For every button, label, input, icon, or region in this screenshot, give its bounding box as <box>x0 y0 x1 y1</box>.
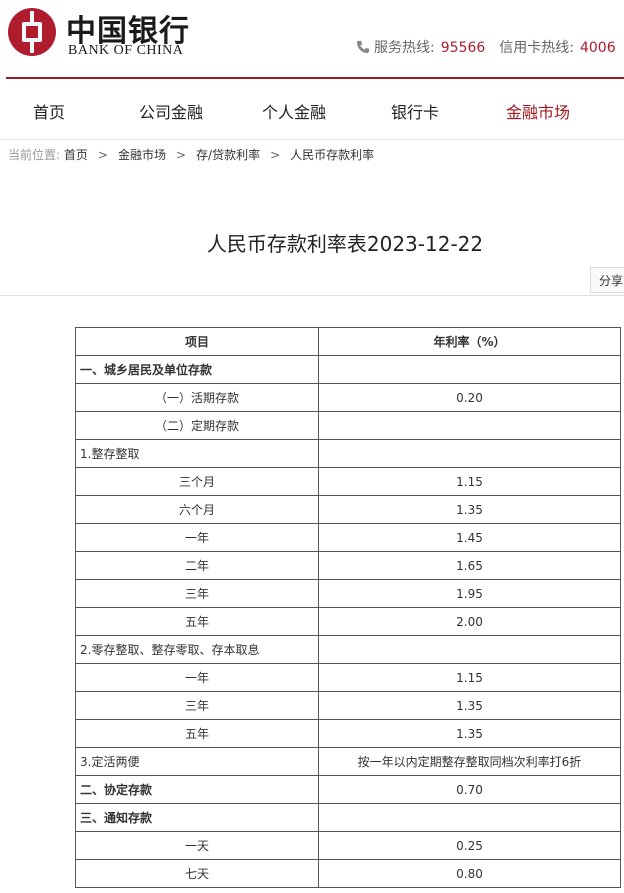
row-item: 五年 <box>75 719 319 748</box>
table-row: 三年 1.95 <box>75 579 621 608</box>
table-row: 一、城乡居民及单位存款 <box>75 355 621 384</box>
row-item: 五年 <box>75 607 319 636</box>
row-rate: 1.45 <box>318 523 621 552</box>
row-rate: 0.20 <box>318 383 621 412</box>
row-rate: 0.80 <box>318 859 621 888</box>
card-hotline-number: 4006 <box>579 40 616 56</box>
page-title: 人民币存款利率表2023-12-22 <box>206 232 484 256</box>
chevron-right-icon: > <box>175 148 187 162</box>
header-rate: 年利率（%） <box>318 327 621 356</box>
row-item: 2.零存整取、整存零取、存本取息 <box>75 635 319 664</box>
header-item: 项目 <box>75 327 319 356</box>
nav-corporate-banking[interactable]: 公司金融 <box>139 99 203 123</box>
row-item: （二）定期存款 <box>75 411 319 440</box>
row-item: 三、通知存款 <box>75 803 319 832</box>
row-rate: 1.35 <box>318 691 621 720</box>
table-row: 三、通知存款 <box>75 803 621 832</box>
row-rate: 1.15 <box>318 467 621 496</box>
nav-financial-markets[interactable]: 金融市场 <box>506 99 570 123</box>
row-item: 三年 <box>75 691 319 720</box>
breadcrumb-financial-markets[interactable]: 金融市场 <box>118 148 166 162</box>
row-rate: 1.35 <box>318 495 621 524</box>
phone-icon <box>356 40 370 54</box>
table-row: 一天 0.25 <box>75 831 621 860</box>
row-rate <box>318 635 621 664</box>
row-rate: 按一年以内定期整存整取同档次利率打6折 <box>318 747 621 776</box>
nav-bank-card[interactable]: 银行卡 <box>391 99 439 123</box>
table-row: 2.零存整取、整存零取、存本取息 <box>75 635 621 664</box>
row-item: 三年 <box>75 579 319 608</box>
row-rate: 1.95 <box>318 579 621 608</box>
table-row: 1.整存整取 <box>75 439 621 468</box>
chevron-right-icon: > <box>270 148 281 162</box>
table-row: （二）定期存款 <box>75 411 621 440</box>
row-rate <box>318 803 621 832</box>
row-item: 一天 <box>75 831 319 860</box>
breadcrumb: 当前位置: 首页 > 金融市场 > 存/贷款利率 > 人民币存款利率 <box>8 146 374 163</box>
table-row: 三年 1.35 <box>75 691 621 720</box>
table-row: （一）活期存款 0.20 <box>75 383 621 412</box>
row-item: 3.定活两便 <box>75 747 319 776</box>
row-item: 二年 <box>75 551 319 580</box>
row-item: 三个月 <box>75 467 319 496</box>
table-row: 二年 1.65 <box>75 551 621 580</box>
row-rate <box>318 411 621 440</box>
row-item: 一年 <box>75 663 319 692</box>
row-item: 六个月 <box>75 495 319 524</box>
table-row: 三个月 1.15 <box>75 467 621 496</box>
card-hotline-label: 信用卡热线: <box>499 40 574 56</box>
table-row: 六个月 1.35 <box>75 495 621 524</box>
table-header-row: 项目 年利率（%） <box>75 327 621 356</box>
breadcrumb-rmb-deposit-rates[interactable]: 人民币存款利率 <box>290 148 374 162</box>
row-rate <box>318 439 621 468</box>
table-row: 一年 1.15 <box>75 663 621 692</box>
nav-home[interactable]: 首页 <box>33 99 65 123</box>
row-item: 1.整存整取 <box>75 439 319 468</box>
nav-personal-banking[interactable]: 个人金融 <box>262 99 326 123</box>
breadcrumb-deposit-loan-rates[interactable]: 存/贷款利率 <box>196 148 260 162</box>
table-row: 二、协定存款 0.70 <box>75 775 621 804</box>
row-item: 一年 <box>75 523 319 552</box>
row-rate: 0.70 <box>318 775 621 804</box>
row-item: 二、协定存款 <box>75 775 319 804</box>
breadcrumb-home[interactable]: 首页 <box>64 148 88 162</box>
breadcrumb-label: 当前位置: <box>8 148 61 162</box>
table-row: 五年 1.35 <box>75 719 621 748</box>
deposit-rate-table: 项目 年利率（%） 一、城乡居民及单位存款 （一）活期存款 0.20 （二）定期存… <box>75 327 621 888</box>
table-row: 七天 0.80 <box>75 859 621 888</box>
table-row: 3.定活两便 按一年以内定期整存整取同档次利率打6折 <box>75 747 621 776</box>
service-hotline-label: 服务热线: <box>374 40 435 56</box>
row-rate: 0.25 <box>318 831 621 860</box>
hotlines: 服务热线: 95566 信用卡热线: 4006 <box>356 37 616 57</box>
row-rate: 2.00 <box>318 607 621 636</box>
row-rate: 1.35 <box>318 719 621 748</box>
main-nav: 首页 公司金融 个人金融 银行卡 金融市场 <box>0 79 624 140</box>
row-rate <box>318 355 621 384</box>
row-rate: 1.65 <box>318 551 621 580</box>
row-item: （一）活期存款 <box>75 383 319 412</box>
chevron-right-icon: > <box>97 148 108 162</box>
row-item: 七天 <box>75 859 319 888</box>
service-hotline-number: 95566 <box>440 40 486 56</box>
header: 中国银行 BANK OF CHINA 服务热线: 95566 信用卡热线: 4006 <box>0 0 624 78</box>
bank-logo-icon[interactable] <box>8 8 56 56</box>
row-rate: 1.15 <box>318 663 621 692</box>
table-row: 五年 2.00 <box>75 607 621 636</box>
share-button[interactable]: 分享 <box>590 267 624 293</box>
row-item: 一、城乡居民及单位存款 <box>75 355 319 384</box>
table-row: 一年 1.45 <box>75 523 621 552</box>
title-divider <box>0 295 624 296</box>
logo-english-name[interactable]: BANK OF CHINA <box>68 43 183 59</box>
